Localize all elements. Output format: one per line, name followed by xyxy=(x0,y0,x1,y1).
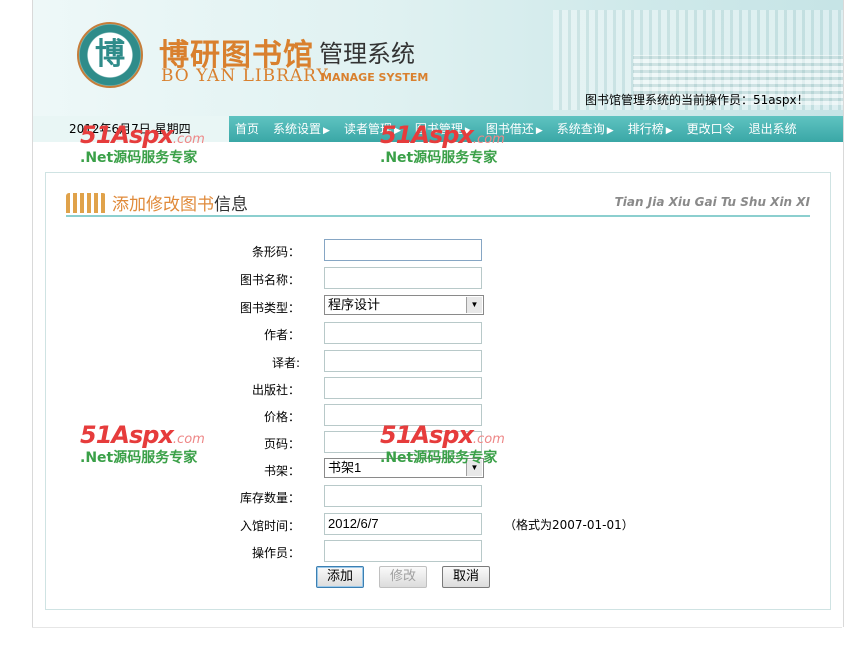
chevron-down-icon[interactable]: ▼ xyxy=(466,297,482,313)
book-name-label: 图书名称： xyxy=(239,273,300,287)
form-row-translator: 译者: xyxy=(46,350,830,374)
barcode-label: 条形码： xyxy=(251,245,300,259)
translator-label: 译者: xyxy=(271,356,300,370)
watermark-tagline: .Net源码服务专家 xyxy=(380,150,498,166)
nav-item-change-password[interactable]: 更改口令 xyxy=(673,116,735,142)
panel-title-pinyin: Tian Jia Xiu Gai Tu Shu Xin XI xyxy=(614,195,810,209)
arrow-right-icon: ▶ xyxy=(323,126,330,136)
stock-label: 库存数量： xyxy=(239,491,300,505)
watermark-domain: .com xyxy=(472,432,505,447)
publisher-input[interactable] xyxy=(324,377,482,399)
cancel-button[interactable]: 取消 xyxy=(442,566,490,588)
footer-area xyxy=(32,627,842,668)
shelf-selected: 书架1 xyxy=(328,460,362,475)
stock-input[interactable] xyxy=(324,485,482,507)
header-banner: 博 博研图书馆 管理系统 BO YAN LIBRARY MANAGE SYSTE… xyxy=(33,0,843,116)
nav-item-label: 退出系统 xyxy=(748,122,797,136)
nav-items: 首页 系统设置 ▶ 读者管理 ▶ 图书管理 ▶ 图书借还 ▶ 系统查询 ▶ 排行榜 ▶ 更改… xyxy=(229,116,797,142)
books-icon xyxy=(66,193,106,213)
modify-button[interactable]: 修改 xyxy=(379,566,427,588)
form-row-book-type: 图书类型： 程序设计 ▼ xyxy=(46,295,830,319)
panel-title-bar: 添加修改图书信息 Tian Jia Xiu Gai Tu Shu Xin XI xyxy=(66,187,810,217)
form-row-book-name: 图书名称： xyxy=(46,267,830,291)
book-type-select[interactable]: 程序设计 ▼ xyxy=(324,295,484,315)
pages-label: 页码： xyxy=(263,437,300,451)
nav-item-label: 排行榜 xyxy=(627,122,664,136)
form-row-stock: 库存数量： xyxy=(46,485,830,509)
watermark-brand: 51Aspx.com xyxy=(80,121,205,149)
book-type-selected: 程序设计 xyxy=(328,297,381,312)
nav-item-system-query[interactable]: 系统查询 ▶ xyxy=(543,116,614,142)
author-label: 作者： xyxy=(263,328,300,342)
panel-title: 添加修改图书信息 xyxy=(112,190,248,215)
watermark: 51Aspx.com .Net源码服务专家 xyxy=(380,421,505,467)
watermark: 51Aspx.com .Net源码服务专家 xyxy=(80,421,205,467)
date-input[interactable]: 2012/6/7 xyxy=(324,513,482,535)
watermark-tagline: .Net源码服务专家 xyxy=(80,150,198,166)
author-input[interactable] xyxy=(324,322,482,344)
watermark-brand: 51Aspx.com xyxy=(380,421,505,449)
watermark-brand-text: 51Aspx xyxy=(380,421,474,449)
nav-item-system-settings[interactable]: 系统设置 ▶ xyxy=(259,116,330,142)
page-container: 博 博研图书馆 管理系统 BO YAN LIBRARY MANAGE SYSTE… xyxy=(32,0,844,627)
nav-item-logout[interactable]: 退出系统 xyxy=(735,116,797,142)
nav-item-label: 系统设置 xyxy=(273,122,322,136)
form-row-barcode: 条形码： xyxy=(46,239,830,263)
watermark: 51Aspx.com .Net源码服务专家 xyxy=(80,121,205,167)
book-type-label: 图书类型： xyxy=(239,301,300,315)
watermark-brand-text: 51Aspx xyxy=(380,121,474,149)
form-row-author: 作者： xyxy=(46,322,830,346)
price-label: 价格： xyxy=(263,410,300,424)
operator-input[interactable] xyxy=(324,540,482,562)
watermark-domain: .com xyxy=(172,432,205,447)
watermark-brand: 51Aspx.com xyxy=(380,121,505,149)
add-book-panel: 添加修改图书信息 Tian Jia Xiu Gai Tu Shu Xin XI … xyxy=(45,172,831,610)
panel-title-colored: 添加修改图书 xyxy=(112,195,214,215)
nav-item-ranking[interactable]: 排行榜 ▶ xyxy=(614,116,673,142)
shelf-label: 书架： xyxy=(263,464,300,478)
book-name-input[interactable] xyxy=(324,267,482,289)
form-row-date: 入馆时间： 2012/6/7 （格式为2007-01-01） xyxy=(46,513,830,537)
nav-item-label: 更改口令 xyxy=(686,122,735,136)
publisher-label: 出版社： xyxy=(251,383,300,397)
watermark-brand-text: 51Aspx xyxy=(80,121,174,149)
form-row-operator: 操作员： xyxy=(46,540,830,564)
date-format-hint: （格式为2007-01-01） xyxy=(504,518,634,532)
logo-english-name: BO YAN LIBRARY xyxy=(161,66,329,86)
watermark-domain: .com xyxy=(472,132,505,147)
library-seal-logo: 博 xyxy=(77,22,143,88)
operator-label: 操作员： xyxy=(251,546,300,560)
current-operator-text: 图书馆管理系统的当前操作员：51aspx！ xyxy=(585,93,809,107)
nav-item-label: 首页 xyxy=(235,122,260,136)
watermark-brand: 51Aspx.com xyxy=(80,421,205,449)
translator-input[interactable] xyxy=(324,350,482,372)
logo-english-system: MANAGE SYSTEM xyxy=(321,71,429,84)
watermark-tagline: .Net源码服务专家 xyxy=(380,450,498,466)
barcode-input[interactable] xyxy=(324,239,482,261)
panel-title-plain: 信息 xyxy=(214,195,248,215)
watermark-domain: .com xyxy=(172,132,205,147)
logo-system-name: 管理系统 xyxy=(319,40,415,68)
add-button[interactable]: 添加 xyxy=(316,566,364,588)
watermark-tagline: .Net源码服务专家 xyxy=(80,450,198,466)
arrow-right-icon: ▶ xyxy=(606,126,614,136)
date-label: 入馆时间： xyxy=(239,519,300,533)
nav-item-label: 系统查询 xyxy=(556,122,605,136)
watermark-brand-text: 51Aspx xyxy=(80,421,174,449)
nav-item-home[interactable]: 首页 xyxy=(229,116,259,142)
watermark: 51Aspx.com .Net源码服务专家 xyxy=(380,121,505,167)
arrow-right-icon: ▶ xyxy=(535,126,543,136)
form-row-publisher: 出版社： xyxy=(46,377,830,401)
arrow-right-icon: ▶ xyxy=(665,126,673,136)
